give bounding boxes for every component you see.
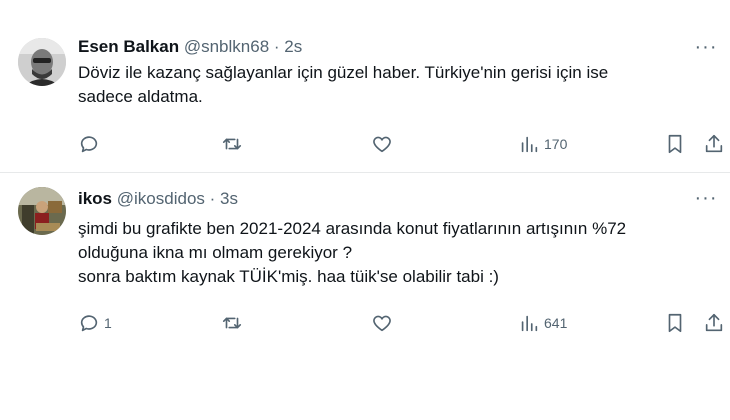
tweet-text-line: olduğuna ikna mı olmam gerekiyor ?	[78, 243, 353, 262]
analytics-icon	[521, 315, 538, 332]
timestamp[interactable]: 2s	[284, 37, 302, 56]
tweet[interactable]: ikos @ikosdidos · 3s ··· şimdi bu grafik…	[0, 173, 730, 343]
tweet-header: Esen Balkan @snblkn68 · 2s	[78, 36, 302, 58]
bookmark-icon	[668, 134, 682, 154]
timestamp[interactable]: 3s	[220, 189, 238, 208]
view-count: 170	[544, 136, 568, 152]
views-button[interactable]: 641	[518, 311, 567, 335]
like-button[interactable]	[371, 132, 397, 156]
tweet-header: ikos @ikosdidos · 3s	[78, 188, 238, 210]
more-options-icon[interactable]: ···	[694, 37, 718, 62]
like-button[interactable]	[371, 311, 397, 335]
reply-button[interactable]: 1	[78, 311, 112, 335]
more-options-icon[interactable]: ···	[694, 188, 718, 213]
display-name[interactable]: Esen Balkan	[78, 37, 179, 56]
user-handle[interactable]: @snblkn68	[184, 37, 269, 56]
tweet-text-line: şimdi bu grafikte ben 2021-2024 arasında…	[78, 219, 627, 238]
tweet[interactable]: Esen Balkan @snblkn68 · 2s ··· Döviz ile…	[0, 0, 730, 172]
bookmark-button[interactable]	[664, 132, 686, 156]
avatar[interactable]	[18, 187, 66, 235]
tweet-text-line: sonra baktım kaynak TÜİK'miş. haa tüik's…	[78, 267, 499, 286]
tweet-text: Döviz ile kazanç sağlayanlar için güzel …	[78, 61, 718, 109]
view-count: 641	[544, 315, 568, 331]
retweet-icon	[222, 138, 242, 150]
views-button[interactable]: 170	[518, 132, 567, 156]
reply-button[interactable]	[78, 132, 104, 156]
share-button[interactable]	[703, 132, 725, 156]
analytics-icon	[521, 136, 538, 153]
share-button[interactable]	[703, 311, 725, 335]
retweet-icon	[222, 317, 242, 329]
heart-icon	[373, 315, 391, 332]
tweet-text-line: Döviz ile kazanç sağlayanlar için güzel …	[78, 63, 609, 82]
separator: ·	[209, 189, 216, 208]
retweet-button[interactable]	[221, 311, 247, 335]
reply-icon	[80, 315, 98, 332]
action-bar: 1 641	[76, 311, 724, 335]
separator: ·	[273, 37, 280, 56]
share-icon	[705, 134, 723, 153]
tweet-text-line: sadece aldatma.	[78, 87, 203, 106]
bookmark-button[interactable]	[664, 311, 686, 335]
user-handle[interactable]: @ikosdidos	[117, 189, 205, 208]
action-bar: 170	[76, 132, 724, 156]
reply-count: 1	[104, 315, 112, 331]
tweet-text: şimdi bu grafikte ben 2021-2024 arasında…	[78, 217, 718, 289]
share-icon	[705, 313, 723, 332]
reply-icon	[80, 136, 98, 153]
display-name[interactable]: ikos	[78, 189, 112, 208]
heart-icon	[373, 136, 391, 153]
avatar[interactable]	[18, 38, 66, 86]
retweet-button[interactable]	[221, 132, 247, 156]
bookmark-icon	[668, 313, 682, 333]
